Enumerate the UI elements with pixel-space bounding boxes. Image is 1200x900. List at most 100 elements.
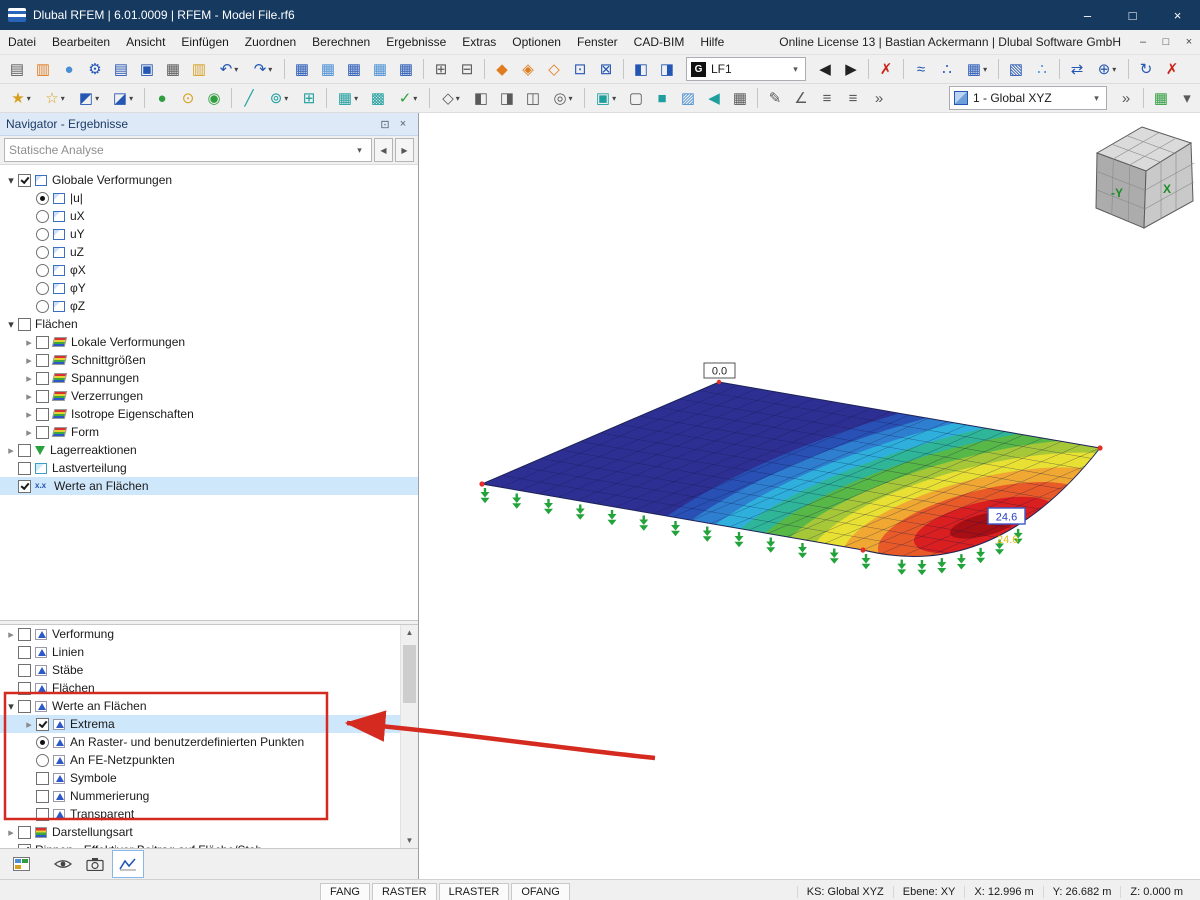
menu-extras[interactable]: Extras — [454, 30, 504, 54]
select-special-icon[interactable]: ☆ — [38, 86, 72, 110]
menu-fenster[interactable]: Fenster — [569, 30, 626, 54]
chevron-down-icon[interactable]: ▾ — [1089, 93, 1104, 104]
coordinate-system-combo[interactable]: 1 - Global XYZ ▾ — [949, 86, 1107, 110]
tree-item-symbole[interactable]: Symbole — [0, 769, 401, 787]
close-button[interactable]: × — [1155, 0, 1200, 30]
select-objects-icon[interactable]: ★ — [4, 86, 38, 110]
mdi-restore-button[interactable]: □ — [1155, 32, 1177, 52]
tree-checkbox[interactable] — [36, 789, 49, 803]
separator[interactable] — [998, 59, 999, 79]
tree-item-phix[interactable]: φX — [0, 261, 418, 279]
fe-mesh-settings-icon[interactable]: ▩ — [365, 86, 391, 110]
tree-expander-icon[interactable] — [4, 699, 18, 713]
tree-checkbox[interactable] — [36, 371, 49, 385]
tree-checkbox[interactable] — [36, 227, 49, 241]
ofang-toggle[interactable]: OFANG — [511, 882, 570, 900]
tree-checkbox[interactable] — [36, 717, 49, 731]
tree-item-globale-verformungen[interactable]: Globale Verformungen — [0, 171, 418, 189]
delete-results-icon[interactable]: ✗ — [873, 57, 899, 81]
animate-deformation-icon[interactable]: ⇄ — [1064, 57, 1090, 81]
separator[interactable] — [757, 88, 758, 108]
display-style-icon[interactable]: ▣ — [589, 86, 623, 110]
tree-item-werte-an-flaechen-2[interactable]: Werte an Flächen — [0, 697, 401, 715]
chevron-down-icon[interactable]: ▾ — [788, 64, 803, 75]
tree-item-lagerreaktionen[interactable]: Lagerreaktionen — [0, 441, 418, 459]
tree-expander-icon[interactable] — [22, 371, 36, 385]
tree-checkbox[interactable] — [18, 461, 31, 475]
separator[interactable] — [429, 88, 430, 108]
tree-checkbox[interactable] — [36, 209, 49, 223]
fang-toggle[interactable]: FANG — [320, 882, 370, 900]
menu-einfuegen[interactable]: Einfügen — [173, 30, 236, 54]
menu-bearbeiten[interactable]: Bearbeiten — [44, 30, 118, 54]
undo-icon[interactable]: ↶ — [212, 57, 246, 81]
transparency-display-icon[interactable]: ▨ — [675, 86, 701, 110]
guidelines-icon[interactable]: ╱ — [236, 86, 262, 110]
tree-checkbox[interactable] — [36, 389, 49, 403]
menu-ansicht[interactable]: Ansicht — [118, 30, 173, 54]
tree-scrollbar[interactable]: ▲ ▼ — [400, 625, 418, 848]
tree-checkbox[interactable] — [18, 317, 31, 331]
panel-manager-tab[interactable] — [6, 851, 36, 877]
float-panel-icon[interactable]: ⊡ — [376, 118, 394, 131]
tree-checkbox[interactable] — [18, 173, 31, 187]
separator[interactable] — [326, 88, 327, 108]
stop-calculation-icon[interactable]: ✗ — [1159, 57, 1185, 81]
previous-result-button[interactable]: ◀ — [374, 138, 393, 162]
tree-expander-icon[interactable] — [4, 317, 18, 331]
fe-mesh-icon[interactable]: ▦ — [331, 86, 365, 110]
separator[interactable] — [584, 88, 585, 108]
surface-release-icon[interactable]: ⊠ — [593, 57, 619, 81]
tree-item-u-abs[interactable]: |u| — [0, 189, 418, 207]
zoom-icon[interactable]: ◎ — [546, 86, 580, 110]
show-results-icon[interactable]: ≈ — [908, 57, 934, 81]
tree-checkbox[interactable] — [36, 191, 49, 205]
separator[interactable] — [1143, 88, 1144, 108]
menu-datei[interactable]: Datei — [0, 30, 44, 54]
tree-expander-icon[interactable] — [4, 825, 18, 839]
results-grid-icon[interactable]: ▦ — [1148, 86, 1174, 110]
tree-item-werte-an-flaechen[interactable]: Werte an Flächen — [0, 477, 418, 495]
solid-display-icon[interactable]: ■ — [649, 86, 675, 110]
views-tab[interactable] — [80, 851, 110, 877]
tree-item-ux[interactable]: uX — [0, 207, 418, 225]
tree-expander-icon[interactable] — [4, 443, 18, 457]
grid-icon[interactable]: ⊞ — [296, 86, 322, 110]
tree-item-uy[interactable]: uY — [0, 225, 418, 243]
result-values-icon[interactable]: ∴ — [934, 57, 960, 81]
navigation-cube[interactable]: -Y X — [1095, 126, 1195, 229]
tree-expander-icon[interactable] — [22, 425, 36, 439]
mdi-minimize-button[interactable]: – — [1132, 32, 1154, 52]
view-in-y-icon[interactable]: ◨ — [494, 86, 520, 110]
dlubal-online-icon[interactable]: ● — [56, 57, 82, 81]
tree-item-phiz[interactable]: φZ — [0, 297, 418, 315]
tables-export-icon[interactable]: ▦ — [393, 57, 419, 81]
overflow-2-icon[interactable]: » — [1113, 86, 1139, 110]
tables-report-icon[interactable]: ▦ — [341, 57, 367, 81]
comment-icon[interactable]: ▥ — [186, 57, 212, 81]
separator[interactable] — [623, 59, 624, 79]
visibility-tab[interactable] — [48, 851, 78, 877]
tree-item-phiy[interactable]: φY — [0, 279, 418, 297]
tree-item-lastverteilung[interactable]: Lastverteilung — [0, 459, 418, 477]
print-icon[interactable]: ▦ — [160, 57, 186, 81]
tree-checkbox[interactable] — [36, 771, 49, 785]
tree-checkbox[interactable] — [36, 263, 49, 277]
tree-checkbox[interactable] — [18, 825, 31, 839]
separator[interactable] — [1128, 59, 1129, 79]
refresh-icon[interactable]: ↻ — [1133, 57, 1159, 81]
menu-zuordnen[interactable]: Zuordnen — [237, 30, 304, 54]
imperfection-icon[interactable]: ◈ — [515, 57, 541, 81]
tree-checkbox[interactable] — [18, 843, 31, 848]
model-view-3d[interactable]: 0.0 24.6 24.6 -Y X — [419, 113, 1200, 879]
view-in-z-icon[interactable]: ◫ — [520, 86, 546, 110]
editing-icon[interactable]: ✎ — [762, 86, 788, 110]
tree-checkbox[interactable] — [18, 681, 31, 695]
separator[interactable] — [144, 88, 145, 108]
tree-checkbox[interactable] — [18, 627, 31, 641]
tree-item-an-rasterpunkten[interactable]: An Raster- und benutzerdefinierten Punkt… — [0, 733, 401, 751]
raster-toggle[interactable]: RASTER — [371, 882, 437, 900]
view-isometric-icon[interactable]: ◇ — [434, 86, 468, 110]
tree-expander-icon[interactable] — [22, 335, 36, 349]
copy-results-icon[interactable]: ⊕ — [1090, 57, 1124, 81]
